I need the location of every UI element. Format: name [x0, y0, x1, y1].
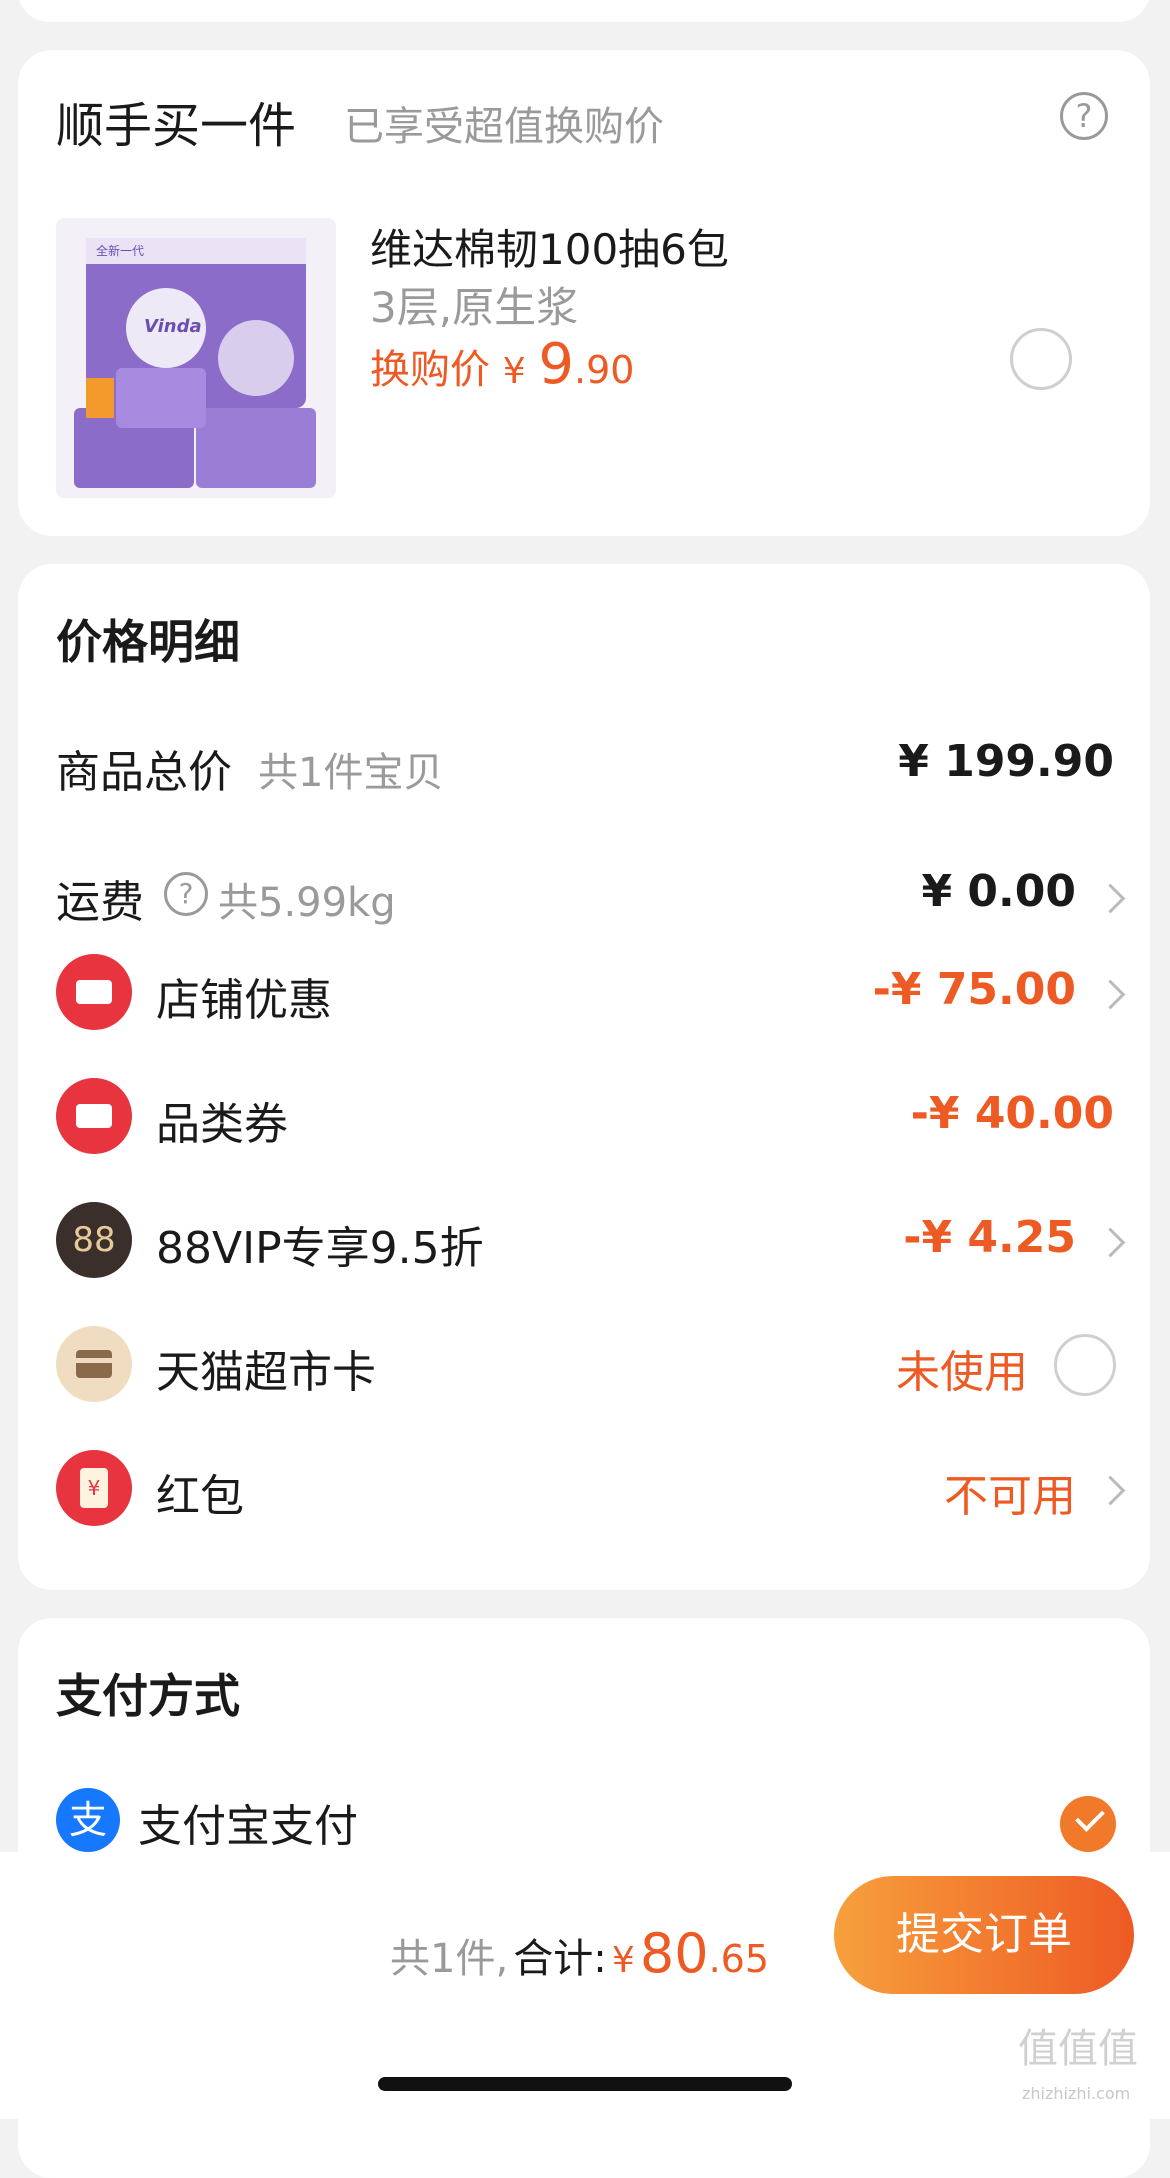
- alipay-selected-check[interactable]: [1060, 1796, 1116, 1852]
- price-detail-title: 价格明细: [56, 615, 240, 669]
- total-label: 合计:: [513, 1936, 607, 1982]
- total-summary: 共1件, 合计: ¥ 80.65: [390, 1922, 769, 1985]
- goods-total-note: 共1件宝贝: [258, 750, 444, 796]
- supermarket-card-radio[interactable]: [1054, 1334, 1116, 1396]
- shipping-help-icon[interactable]: ?: [164, 872, 208, 916]
- home-indicator: [378, 2077, 792, 2091]
- total-int: 80: [639, 1922, 709, 1985]
- vip-discount-chevron-icon[interactable]: [1095, 1227, 1126, 1258]
- shipping-chevron-icon[interactable]: [1095, 883, 1126, 914]
- vip-88-icon: 88: [56, 1202, 132, 1278]
- alipay-method-label[interactable]: 支付宝支付: [138, 1790, 358, 1854]
- store-discount-chevron-icon[interactable]: [1095, 979, 1126, 1010]
- submit-order-button[interactable]: 提交订单: [834, 1876, 1134, 1994]
- category-coupon-icon: [56, 1078, 132, 1154]
- checkout-bar: 共1件, 合计: ¥ 80.65 提交订单 值值值 zhizhizhi.com: [0, 1852, 1170, 2119]
- shipping-amount[interactable]: ¥ 0.00: [922, 866, 1077, 917]
- payment-title: 支付方式: [56, 1669, 240, 1723]
- addon-card: 顺手买一件 已享受超值换购价 ? 全新一代 Vinda 维达棉韧100抽6包 3…: [18, 50, 1150, 536]
- watermark-main: 值值值: [1018, 2026, 1138, 2072]
- addon-subtitle: 已享受超值换购价: [344, 104, 664, 150]
- supermarket-card-label: 天猫超市卡: [156, 1347, 376, 1398]
- goods-total-label: 商品总价: [56, 747, 232, 798]
- red-packet-status[interactable]: 不可用: [944, 1460, 1076, 1524]
- red-packet-chevron-icon[interactable]: [1095, 1475, 1126, 1506]
- supermarket-card-status: 未使用: [896, 1347, 1028, 1398]
- total-currency: ¥: [611, 1940, 635, 1981]
- help-icon[interactable]: ?: [1060, 92, 1108, 140]
- red-packet-label: 红包: [156, 1471, 244, 1522]
- shipping-label: 运费: [56, 877, 144, 928]
- store-discount-amount[interactable]: -¥ 75.00: [873, 964, 1076, 1015]
- goods-total-amount: ¥ 199.90: [898, 736, 1114, 787]
- price-label: 换购价: [370, 347, 490, 393]
- previous-card-edge: [18, 0, 1150, 22]
- addon-select-radio[interactable]: [1010, 328, 1072, 390]
- product-image[interactable]: 全新一代 Vinda: [56, 218, 336, 498]
- package-tag: 全新一代: [96, 244, 145, 258]
- product-name[interactable]: 维达棉韧100抽6包: [370, 216, 729, 277]
- item-count-text: 共1件,: [390, 1936, 509, 1982]
- shipping-note: 共5.99kg: [218, 880, 396, 926]
- product-spec: 3层,原生浆: [370, 283, 579, 332]
- category-coupon-label: 品类券: [156, 1099, 288, 1150]
- store-discount-label: 店铺优惠: [156, 975, 332, 1026]
- product-price: 换购价 ¥ 9.90: [370, 332, 634, 397]
- red-packet-glyph: ¥: [80, 1468, 108, 1508]
- vip-discount-label: 88VIP专享9.5折: [156, 1223, 484, 1274]
- total-dec: .65: [708, 1937, 769, 1981]
- addon-title: 顺手买一件: [56, 98, 297, 154]
- alipay-icon: 支: [56, 1788, 120, 1852]
- price-dec: .90: [573, 348, 635, 392]
- price-currency: ¥: [502, 351, 526, 392]
- red-packet-icon: ¥: [56, 1450, 132, 1526]
- tissue-pack-illustration: [74, 238, 316, 488]
- watermark-sub: zhizhizhi.com: [1022, 2084, 1131, 2103]
- supermarket-card-icon: [56, 1326, 132, 1402]
- category-coupon-amount: -¥ 40.00: [910, 1088, 1114, 1139]
- store-coupon-icon: [56, 954, 132, 1030]
- vip-discount-amount[interactable]: -¥ 4.25: [903, 1212, 1076, 1263]
- price-int: 9: [538, 332, 574, 397]
- package-brand: Vinda: [144, 316, 202, 337]
- price-detail-card: 价格明细 商品总价 共1件宝贝 ¥ 199.90 运费 ? 共5.99kg ¥ …: [18, 564, 1150, 1590]
